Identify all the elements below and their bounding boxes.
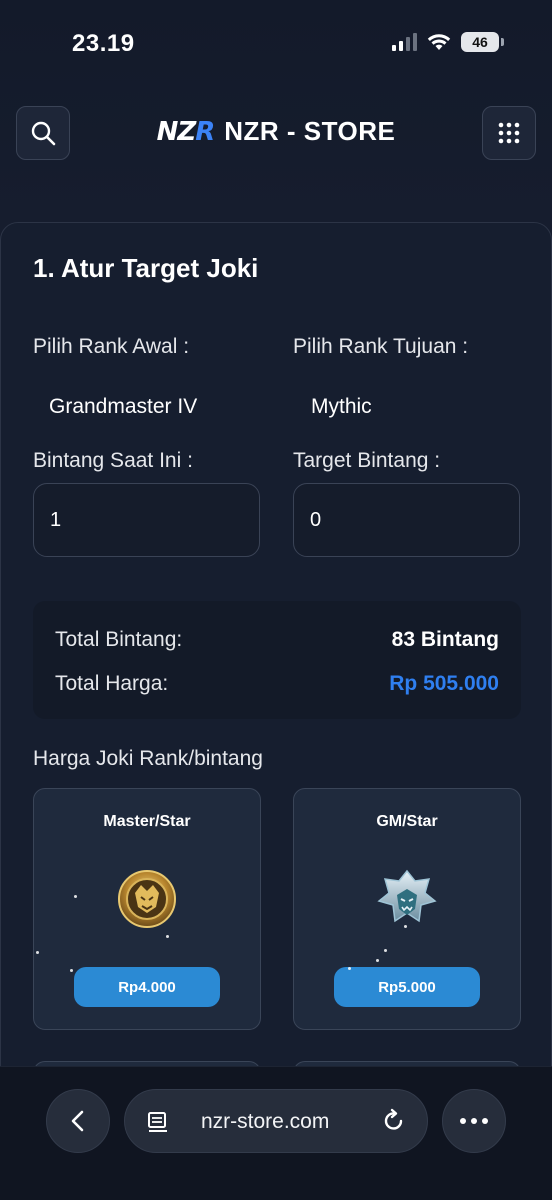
rank-start-select[interactable]: Grandmaster IV xyxy=(49,395,197,419)
address-bar[interactable]: nzr-store.com xyxy=(124,1089,428,1153)
rank-start-label: Pilih Rank Awal : xyxy=(33,335,190,358)
current-stars-label: Bintang Saat Ini : xyxy=(33,449,193,472)
brand-logo: NZR xyxy=(156,116,216,147)
rank-target-label: Pilih Rank Tujuan : xyxy=(293,335,469,358)
total-stars-value: 83 Bintang xyxy=(391,628,499,651)
order-summary: Total Bintang: 83 Bintang Total Harga: R… xyxy=(33,601,521,719)
price-card-title: GM/Star xyxy=(376,813,438,830)
target-stars-value: 0 xyxy=(310,508,322,531)
brand-name: NZR - STORE xyxy=(224,116,396,146)
section-title: 1. Atur Target Joki xyxy=(33,253,259,283)
more-icon xyxy=(460,1118,488,1124)
battery-level: 46 xyxy=(461,32,499,52)
current-stars-value: 1 xyxy=(50,508,62,531)
back-button[interactable] xyxy=(46,1089,110,1153)
pricing-title: Harga Joki Rank/bintang xyxy=(33,747,263,770)
url-text: nzr-store.com xyxy=(201,1110,330,1133)
chevron-left-icon xyxy=(71,1110,84,1132)
more-button[interactable] xyxy=(442,1089,506,1153)
target-joki-card: 1. Atur Target Joki Pilih Rank Awal : Pi… xyxy=(0,222,552,1122)
rank-target-select[interactable]: Mythic xyxy=(311,395,372,419)
target-stars-label: Target Bintang : xyxy=(293,449,441,472)
signal-icon xyxy=(392,33,417,51)
menu-button[interactable] xyxy=(482,106,536,160)
status-time: 23.19 xyxy=(72,30,135,57)
status-bar: 23.19 46 xyxy=(0,0,552,90)
battery-icon: 46 xyxy=(461,32,504,52)
price-card-gm[interactable]: GM/Star Rp5.000 xyxy=(293,788,521,1030)
master-emblem-icon xyxy=(118,870,176,928)
price-button-gm[interactable]: Rp5.000 xyxy=(334,967,480,1007)
price-card-title: Master/Star xyxy=(103,813,191,830)
price-button-master[interactable]: Rp4.000 xyxy=(74,967,220,1007)
grandmaster-emblem-icon xyxy=(377,869,437,923)
site-header: NZR NZR - STORE xyxy=(0,100,552,172)
screen: 23.19 46 NZR NZR - STORE 1. Atur Target … xyxy=(0,0,552,1200)
total-price-label: Total Harga: xyxy=(55,672,169,695)
current-stars-input[interactable]: 1 xyxy=(33,483,260,557)
brand[interactable]: NZR NZR - STORE xyxy=(0,116,552,147)
target-stars-input[interactable]: 0 xyxy=(293,483,520,557)
wifi-icon xyxy=(427,34,451,50)
grid-menu-icon xyxy=(498,122,520,144)
total-price-value: Rp 505.000 xyxy=(389,672,499,695)
reload-icon[interactable] xyxy=(381,1108,407,1134)
total-stars-label: Total Bintang: xyxy=(55,628,183,651)
status-icons: 46 xyxy=(392,32,504,52)
price-card-master[interactable]: Master/Star Rp4.000 xyxy=(33,788,261,1030)
reader-icon xyxy=(148,1112,167,1132)
browser-toolbar: nzr-store.com xyxy=(0,1066,552,1200)
